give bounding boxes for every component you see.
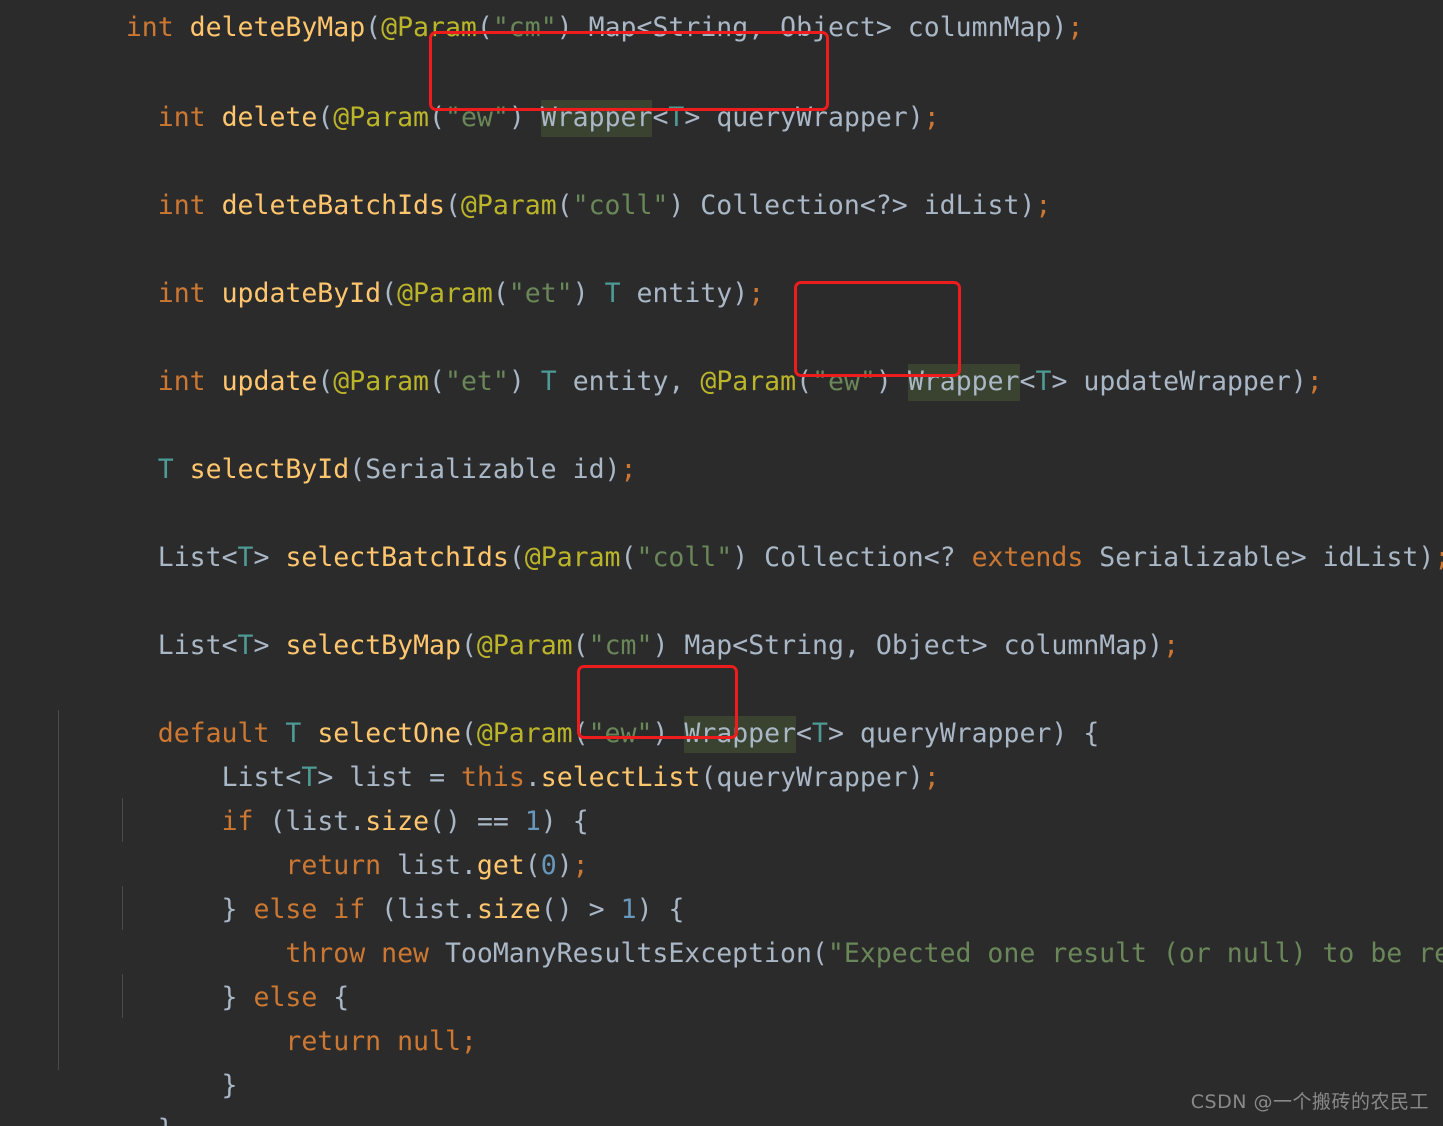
code-line-delete[interactable]: int delete(@Param("ew") Wrapper<T> query… — [62, 52, 940, 137]
csdn-watermark: CSDN @一个搬砖的农民工 — [1190, 1091, 1429, 1113]
search-match-wrapper: Wrapper — [540, 100, 653, 137]
code-line-return-null[interactable]: return null; — [62, 976, 477, 1057]
code-line-if-size-equals[interactable]: if (list.size() == 1) { — [62, 756, 589, 837]
code-line-selectBatchIds[interactable]: List<T> selectBatchIds(@Param("coll") Co… — [62, 492, 1443, 573]
code-line-return-list-get[interactable]: return list.get(0); — [62, 800, 588, 881]
code-line-selectList-call[interactable]: List<T> list = this.selectList(queryWrap… — [62, 712, 940, 793]
code-line-selectById[interactable]: T selectById(Serializable id); — [62, 404, 637, 485]
code-editor-viewport[interactable]: int deleteByMap(@Param("cm") Map<String,… — [0, 0, 1443, 1126]
code-line-else-if[interactable]: } else if (list.size() > 1) { — [62, 844, 685, 925]
code-line-throw-exception[interactable]: throw new TooManyResultsException("Expec… — [62, 888, 1443, 969]
code-line-else[interactable]: } else { — [62, 932, 350, 1013]
code-line-updateById[interactable]: int updateById(@Param("et") T entity); — [62, 228, 764, 309]
code-line-selectOne-signature[interactable]: default T selectOne(@Param("ew") Wrapper… — [62, 668, 1099, 753]
code-content[interactable]: int delete(@Param("ew") Wrapper<T> query… — [0, 0, 1443, 1126]
code-line-selectByMap[interactable]: List<T> selectByMap(@Param("cm") Map<Str… — [62, 580, 1179, 661]
code-line-deleteBatchIds[interactable]: int deleteBatchIds(@Param("coll") Collec… — [62, 140, 1052, 221]
code-line-close-inner-brace[interactable]: } — [62, 1020, 238, 1101]
search-match-wrapper: Wrapper — [907, 364, 1020, 401]
code-line-close-method-brace[interactable]: } — [62, 1064, 174, 1126]
code-line-update[interactable]: int update(@Param("et") T entity, @Param… — [62, 316, 1323, 401]
